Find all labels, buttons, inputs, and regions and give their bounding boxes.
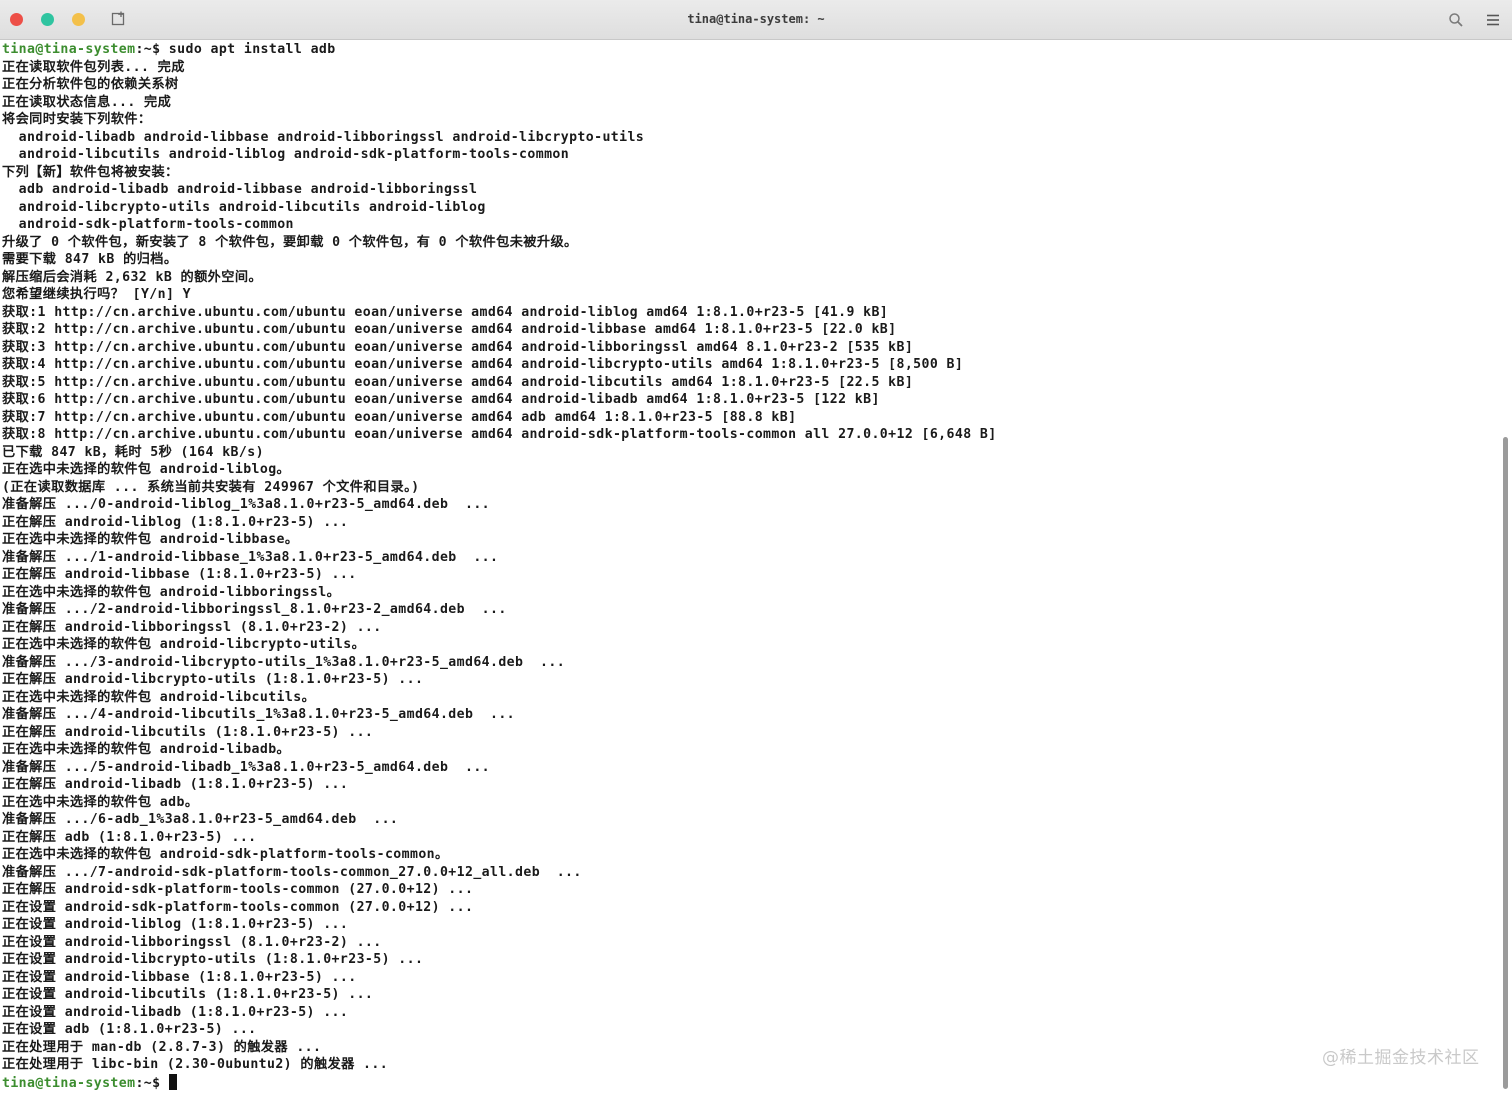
prompt-user: tina@tina-system [2,42,136,57]
output-line: 正在设置 adb (1:8.1.0+r23-5) ... [2,1022,257,1037]
output-line: 正在选中未选择的软件包 android-sdk-platform-tools-c… [2,847,449,862]
output-line: 解压缩后会消耗 2,632 kB 的额外空间。 [2,269,263,285]
output-line: 正在设置 android-libadb (1:8.1.0+r23-5) ... [2,1004,349,1020]
output-line: 正在设置 android-sdk-platform-tools-common (… [2,899,474,915]
output-line: 正在解压 android-libcutils (1:8.1.0+r23-5) .… [2,724,374,740]
output-line: 获取:8 http://cn.archive.ubuntu.com/ubuntu… [2,427,997,442]
output-line: 已下载 847 kB，耗时 5秒 (164 kB/s) [2,444,264,460]
output-line: 获取:6 http://cn.archive.ubuntu.com/ubuntu… [2,392,880,407]
output-line: 正在解压 android-liblog (1:8.1.0+r23-5) ... [2,514,349,530]
output-line: android-libcrypto-utils android-libcutil… [2,199,486,215]
output-line: 需要下载 847 kB 的归档。 [2,252,178,267]
output-line: 正在解压 android-libboringssl (8.1.0+r23-2) … [2,619,382,635]
command-text: sudo apt install adb [168,42,336,57]
output-line: 获取:1 http://cn.archive.ubuntu.com/ubuntu… [2,304,889,320]
output-line: 正在解压 android-libadb (1:8.1.0+r23-5) ... [2,777,349,792]
output-line: 获取:2 http://cn.archive.ubuntu.com/ubuntu… [2,322,897,337]
output-line: 正在选中未选择的软件包 android-libcutils。 [2,689,316,705]
output-line: 获取:3 http://cn.archive.ubuntu.com/ubuntu… [2,339,914,355]
output-line: 准备解压 .../0-android-liblog_1%3a8.1.0+r23-… [2,497,491,512]
output-line: 准备解压 .../4-android-libcutils_1%3a8.1.0+r… [2,707,516,722]
output-line: 正在分析软件包的依赖关系树 [2,77,179,92]
output-line: 获取:4 http://cn.archive.ubuntu.com/ubuntu… [2,357,964,372]
output-line: 正在选中未选择的软件包 adb。 [2,794,199,810]
output-lines: 正在读取软件包列表... 完成 正在分析软件包的依赖关系树 正在读取状态信息... … [2,59,1497,1074]
hamburger-menu-icon[interactable] [1484,11,1502,29]
output-line: 正在读取软件包列表... 完成 [2,59,185,75]
output-line: 正在处理用于 libc-bin (2.30-0ubuntu2) 的触发器 ... [2,1057,389,1072]
output-line: android-libadb android-libbase android-l… [2,129,645,145]
output-line: 正在解压 android-libcrypto-utils (1:8.1.0+r2… [2,672,424,687]
output-line: adb android-libadb android-libbase andro… [2,182,478,197]
scrollbar-thumb[interactable] [1503,437,1508,1089]
output-line: 正在选中未选择的软件包 android-libcrypto-utils。 [2,637,366,652]
output-line: 正在选中未选择的软件包 android-libbase。 [2,532,299,547]
output-line: 正在选中未选择的软件包 android-libadb。 [2,742,291,757]
output-line: 正在解压 adb (1:8.1.0+r23-5) ... [2,829,257,845]
prompt-user: tina@tina-system [2,1075,136,1091]
output-line: 正在解压 android-sdk-platform-tools-common (… [2,882,474,897]
output-line: 正在读取状态信息... 完成 [2,94,172,110]
output-line: 获取:5 http://cn.archive.ubuntu.com/ubuntu… [2,374,914,390]
search-icon[interactable] [1447,11,1465,29]
output-line: 正在设置 android-libcrypto-utils (1:8.1.0+r2… [2,952,424,967]
window-title: tina@tina-system: ~ [687,12,825,26]
output-line: 准备解压 .../2-android-libboringssl_8.1.0+r2… [2,602,507,617]
output-line: 升级了 0 个软件包，新安装了 8 个软件包，要卸载 0 个软件包，有 0 个软… [2,234,578,250]
output-line: 准备解压 .../1-android-libbase_1%3a8.1.0+r23… [2,549,499,565]
output-line: 将会同时安装下列软件： [2,112,152,127]
watermark: @稀土掘金技术社区 [1322,1048,1480,1068]
title-bar: tina@tina-system: ~ [0,0,1512,40]
prompt-path: :~$ [135,42,169,57]
output-line: android-libcutils android-liblog android… [2,147,570,162]
output-line: 正在设置 android-libbase (1:8.1.0+r23-5) ... [2,969,357,985]
current-prompt-line[interactable]: tina@tina-system:~$ [2,1073,1497,1092]
output-line: 准备解压 .../7-android-sdk-platform-tools-co… [2,864,582,880]
output-line: 下列【新】软件包将被安装： [2,164,179,180]
output-line: 您希望继续执行吗？ [Y/n] Y [2,287,192,302]
output-line: 准备解压 .../5-android-libadb_1%3a8.1.0+r23-… [2,759,491,775]
output-line: 获取:7 http://cn.archive.ubuntu.com/ubuntu… [2,409,797,425]
output-line: android-sdk-platform-tools-common [2,217,294,232]
prompt-path: :~$ [135,1075,169,1091]
output-line: 正在设置 android-libboringssl (8.1.0+r23-2) … [2,934,382,950]
terminal-output[interactable]: tina@tina-system:~$ sudo apt install adb… [2,41,1497,1093]
output-line: 正在处理用于 man-db (2.8.7-3) 的触发器 ... [2,1039,322,1055]
output-line: 正在选中未选择的软件包 android-libboringssl。 [2,584,341,600]
output-line: 准备解压 .../3-android-libcrypto-utils_1%3a8… [2,654,566,670]
output-line: 正在解压 android-libbase (1:8.1.0+r23-5) ... [2,567,357,582]
output-line: 正在设置 android-liblog (1:8.1.0+r23-5) ... [2,917,349,932]
command-line: tina@tina-system:~$ sudo apt install adb [2,41,1497,59]
output-line: 准备解压 .../6-adb_1%3a8.1.0+r23-5_amd64.deb… [2,812,399,827]
output-line: 正在设置 android-libcutils (1:8.1.0+r23-5) .… [2,987,374,1002]
text-cursor [168,1073,177,1090]
output-line: (正在读取数据库 ... 系统当前共安装有 249967 个文件和目录。) [2,479,420,495]
output-line: 正在选中未选择的软件包 android-liblog。 [2,462,291,477]
